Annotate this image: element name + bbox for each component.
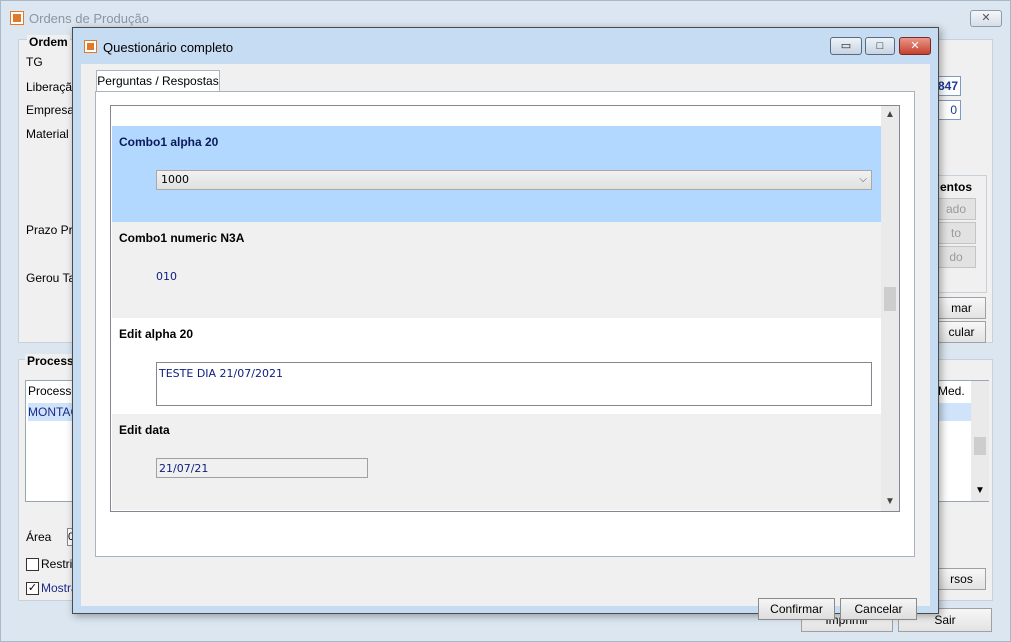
chevron-down-icon[interactable]: ⌵	[859, 171, 867, 189]
question-label: Edit data	[119, 423, 170, 437]
question-label: Combo1 alpha 20	[119, 135, 219, 149]
order-number-field[interactable]: 847	[937, 76, 961, 96]
combo-value: 1000	[161, 173, 189, 186]
dialog-app-icon	[84, 40, 97, 53]
label-material: Material	[26, 127, 69, 141]
label-empresa: Empresa	[26, 103, 75, 117]
scroll-up-icon[interactable]: ▲	[881, 106, 899, 124]
minimize-button[interactable]: ▭	[830, 37, 862, 55]
questions-scrollbar[interactable]: ▲ ▼	[881, 106, 899, 511]
grid-scroll-thumb[interactable]	[974, 437, 986, 455]
mostra-checkbox[interactable]: ✓	[26, 582, 39, 595]
restrit-label: Restrit	[41, 557, 76, 571]
question-value: 010	[156, 270, 177, 283]
maximize-button[interactable]: □	[865, 37, 895, 55]
grid-header-processo: Processo	[28, 384, 79, 398]
eventos-button-1[interactable]: ado	[936, 198, 976, 220]
scroll-thumb[interactable]	[884, 287, 896, 311]
grid-header-med: Med.	[938, 384, 965, 398]
background-window-title: Ordens de Produção	[29, 11, 149, 26]
grid-scrollbar[interactable]: ▼	[971, 381, 989, 501]
dialog-title: Questionário completo	[103, 40, 234, 55]
confirm-button[interactable]: Confirmar	[758, 598, 835, 620]
question-edit-data[interactable]: Edit data 21/07/21	[112, 414, 881, 510]
tab-perguntas-respostas[interactable]: Perguntas / Respostas	[96, 70, 220, 92]
grid-scroll-down-icon[interactable]: ▼	[971, 485, 989, 496]
question-edit-alpha[interactable]: Edit alpha 20 TESTE DIA 21/07/2021	[112, 318, 881, 414]
date-value: 21/07/21	[159, 462, 209, 475]
eventos-button-2[interactable]: to	[936, 222, 976, 244]
calcular-side-button[interactable]: cular	[937, 321, 986, 343]
recursos-button[interactable]: rsos	[937, 568, 986, 590]
eventos-group: entos ado to do	[936, 175, 987, 293]
date-field[interactable]: 21/07/21	[156, 458, 368, 478]
eventos-button-3[interactable]: do	[936, 246, 976, 268]
empresa-field[interactable]: 0	[937, 100, 961, 120]
dialog-client-area: Perguntas / Respostas Combo1 alpha 20 10…	[81, 64, 930, 620]
restrit-checkbox[interactable]	[26, 558, 39, 571]
cancel-button[interactable]: Cancelar	[840, 598, 917, 620]
questionario-dialog: Questionário completo ▭ □ ✕ Perguntas / …	[72, 27, 939, 620]
memo-field[interactable]: TESTE DIA 21/07/2021	[156, 362, 872, 406]
question-label: Edit alpha 20	[119, 327, 194, 341]
question-combo1-numeric[interactable]: Combo1 numeric N3A 010	[112, 222, 881, 318]
list-item	[112, 106, 881, 126]
scroll-down-icon[interactable]: ▼	[881, 493, 899, 511]
confirmar-side-button[interactable]: mar	[937, 297, 986, 319]
label-tg: TG	[26, 55, 43, 69]
label-area: Área	[26, 530, 52, 544]
app-icon	[10, 11, 24, 25]
label-liberacao: Liberação	[26, 80, 79, 94]
dialog-close-button[interactable]: ✕	[899, 37, 931, 55]
tab-content: Combo1 alpha 20 1000 ⌵ Combo1 numeric N3…	[95, 91, 915, 557]
question-combo1-alpha[interactable]: Combo1 alpha 20 1000 ⌵	[112, 126, 881, 222]
eventos-group-title: entos	[940, 180, 973, 194]
question-label: Combo1 numeric N3A	[119, 231, 245, 245]
memo-value: TESTE DIA 21/07/2021	[159, 367, 283, 380]
questions-list[interactable]: Combo1 alpha 20 1000 ⌵ Combo1 numeric N3…	[110, 105, 900, 512]
combo-select[interactable]: 1000 ⌵	[156, 170, 872, 190]
background-close-button[interactable]: ✕	[970, 10, 1002, 27]
ordem-group-title: Ordem	[27, 35, 70, 49]
